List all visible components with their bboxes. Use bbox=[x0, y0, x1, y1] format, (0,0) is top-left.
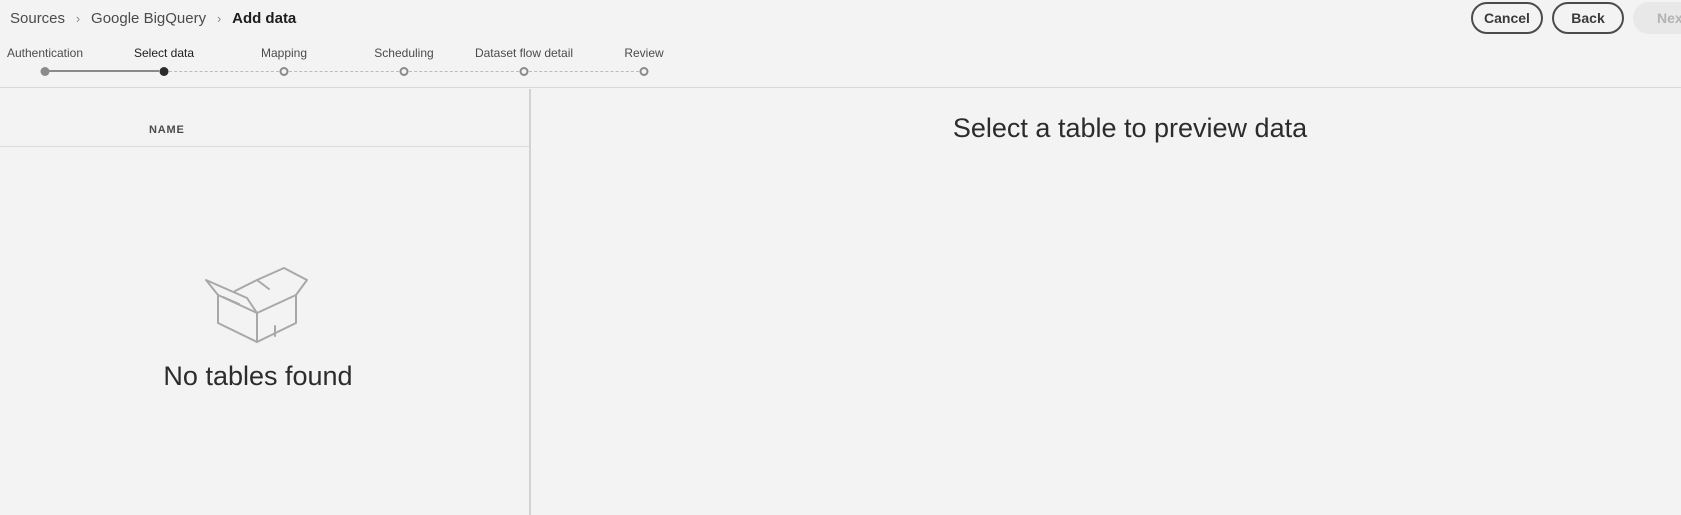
top-bar: Sources › Google BigQuery › Add data Can… bbox=[0, 0, 1681, 88]
step-authentication-dot[interactable] bbox=[40, 67, 50, 76]
breadcrumb: Sources › Google BigQuery › Add data bbox=[10, 8, 296, 28]
step-connector bbox=[289, 71, 399, 72]
open-box-icon bbox=[205, 267, 308, 343]
step-mapping-label[interactable]: Mapping bbox=[261, 46, 307, 60]
step-mapping-dot[interactable] bbox=[279, 67, 289, 76]
cancel-button[interactable]: Cancel bbox=[1471, 2, 1543, 34]
back-button[interactable]: Back bbox=[1552, 2, 1624, 34]
step-select-data-label[interactable]: Select data bbox=[134, 46, 194, 60]
step-review-label[interactable]: Review bbox=[624, 46, 663, 60]
breadcrumb-sources[interactable]: Sources bbox=[10, 10, 65, 27]
breadcrumb-google-bigquery[interactable]: Google BigQuery bbox=[91, 10, 206, 27]
preview-placeholder-message: Select a table to preview data bbox=[952, 113, 1308, 143]
step-connector bbox=[169, 71, 279, 72]
step-authentication-label[interactable]: Authentication bbox=[7, 46, 83, 60]
next-button[interactable]: Next bbox=[1633, 2, 1681, 34]
breadcrumb-separator-icon: › bbox=[216, 10, 222, 26]
step-select-data-dot[interactable] bbox=[159, 67, 169, 76]
step-scheduling-dot[interactable] bbox=[399, 67, 409, 76]
step-connector bbox=[45, 70, 159, 72]
breadcrumb-add-data: Add data bbox=[232, 9, 297, 27]
step-dataset-flow-detail-dot[interactable] bbox=[519, 67, 529, 76]
table-list-panel: NAME No tables found bbox=[0, 89, 531, 515]
empty-state-message: No tables found bbox=[163, 361, 353, 391]
wizard-stepper: Authentication Select data Mapping Sched… bbox=[0, 40, 700, 80]
step-connector bbox=[529, 71, 639, 72]
name-column-header[interactable]: NAME bbox=[0, 89, 529, 147]
step-connector bbox=[409, 71, 519, 72]
name-column-label: NAME bbox=[149, 124, 185, 136]
step-scheduling-label[interactable]: Scheduling bbox=[374, 46, 433, 60]
step-review-dot[interactable] bbox=[639, 67, 649, 76]
step-dataset-flow-detail-label[interactable]: Dataset flow detail bbox=[475, 46, 573, 60]
breadcrumb-separator-icon: › bbox=[75, 10, 81, 26]
header-actions: Cancel Back Next bbox=[1471, 2, 1681, 34]
